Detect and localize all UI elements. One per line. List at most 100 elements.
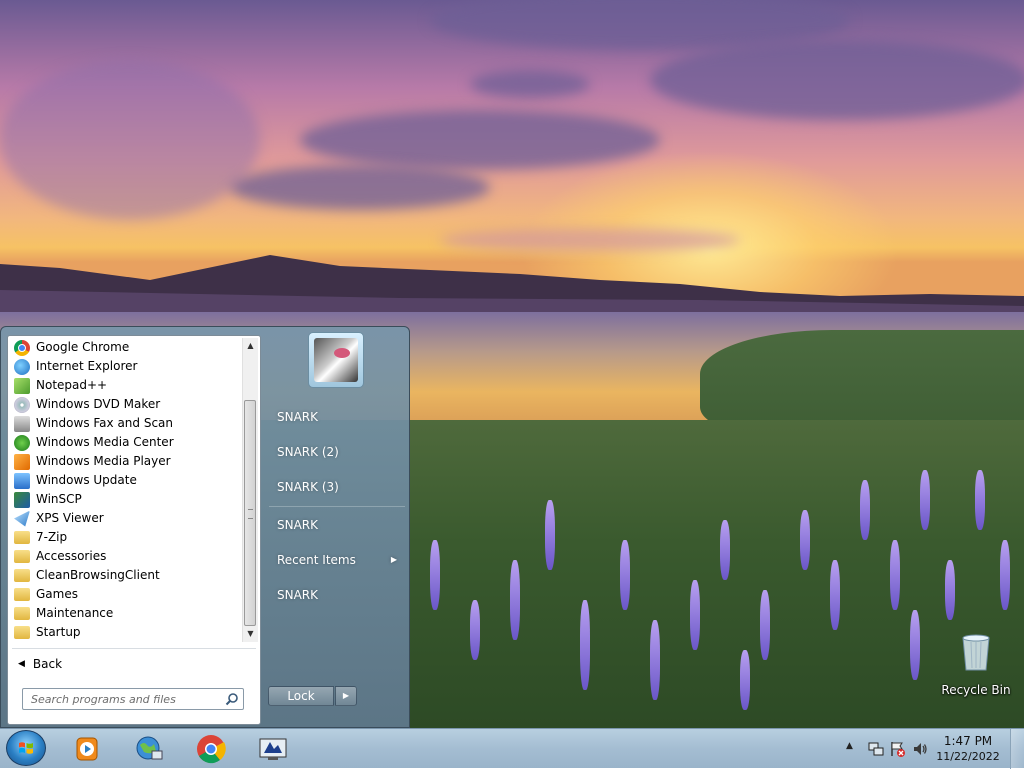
wallpaper-cloud: [650, 40, 1024, 120]
program-item[interactable]: XPS Viewer: [10, 509, 244, 528]
scrollbar-grip-icon: [248, 509, 253, 519]
network-taskbar-button[interactable]: [132, 733, 166, 765]
folder-icon: [14, 626, 30, 639]
search-box[interactable]: [22, 688, 244, 710]
wallpaper-flower: [1000, 540, 1010, 610]
clock-date[interactable]: 11/22/2022: [934, 750, 1002, 763]
program-label: Windows DVD Maker: [36, 397, 161, 411]
program-item[interactable]: Windows Media Center: [10, 433, 244, 452]
xps-viewer-icon: [14, 510, 30, 527]
program-label: Maintenance: [36, 606, 114, 620]
program-folder[interactable]: CleanBrowsingClient: [10, 566, 244, 585]
search-input[interactable]: [23, 689, 227, 709]
back-arrow-icon: ◀: [18, 659, 25, 669]
fax-scan-icon: [14, 415, 30, 432]
network-status-icon[interactable]: [868, 741, 884, 757]
show-hidden-icons-chevron-icon[interactable]: ▲: [846, 741, 853, 751]
windows-logo-icon: [19, 742, 33, 754]
program-label: Startup: [36, 625, 81, 639]
wallpaper-flower: [470, 600, 480, 660]
program-item[interactable]: Notepad++: [10, 376, 244, 395]
program-folder[interactable]: Startup: [10, 623, 244, 642]
program-item[interactable]: Windows Update: [10, 471, 244, 490]
wallpaper-flower: [800, 510, 810, 570]
wallpaper-flower: [580, 600, 590, 690]
remote-desktop-icon: [259, 738, 287, 760]
program-item[interactable]: Windows DVD Maker: [10, 395, 244, 414]
program-label: XPS Viewer: [36, 511, 104, 525]
program-folder[interactable]: Maintenance: [10, 604, 244, 623]
program-item[interactable]: Google Chrome: [10, 338, 244, 357]
recycle-bin[interactable]: Recycle Bin: [940, 628, 1012, 698]
wallpaper-flower: [860, 480, 870, 540]
program-item[interactable]: Windows Media Player: [10, 452, 244, 471]
program-folder[interactable]: 7-Zip: [10, 528, 244, 547]
right-item-snark-b[interactable]: SNARK: [269, 513, 405, 537]
wallpaper-flower: [430, 540, 440, 610]
desktop[interactable]: Recycle Bin Google Chrome Internet Explo…: [0, 0, 1024, 728]
folder-icon: [14, 588, 30, 601]
program-folder[interactable]: Games: [10, 585, 244, 604]
user-avatar[interactable]: [308, 332, 364, 388]
folder-icon: [14, 569, 30, 582]
recent-items-label: Recent Items: [277, 553, 356, 567]
right-item-snark-2[interactable]: SNARK (2): [269, 440, 405, 464]
clock-time[interactable]: 1:47 PM: [938, 734, 998, 748]
action-center-flag-icon[interactable]: [890, 741, 906, 757]
wallpaper-flower: [720, 520, 730, 580]
back-label: Back: [32, 657, 63, 671]
scroll-down-arrow-icon[interactable]: ▼: [243, 626, 258, 642]
start-menu: Google Chrome Internet Explorer Notepad+…: [0, 326, 410, 728]
scroll-up-arrow-icon[interactable]: ▲: [243, 338, 258, 354]
folder-icon: [14, 531, 30, 544]
taskbar: ▲ 1:47 PM 11/22/2022: [0, 728, 1024, 769]
winscp-icon: [14, 491, 30, 508]
media-player-icon: [76, 737, 98, 761]
scrollbar-thumb[interactable]: [244, 400, 256, 626]
wallpaper-flower: [510, 560, 520, 640]
show-desktop-button[interactable]: [1010, 729, 1024, 769]
wallpaper-flower: [830, 560, 840, 630]
folder-icon: [14, 550, 30, 563]
wallpaper-flower: [690, 580, 700, 650]
right-item-snark-3[interactable]: SNARK (3): [269, 475, 405, 499]
right-item-snark[interactable]: SNARK: [269, 405, 405, 429]
windows-media-player-taskbar-button[interactable]: [70, 733, 104, 765]
wallpaper-cloud: [470, 70, 590, 98]
program-label: Internet Explorer: [36, 359, 138, 373]
back-button[interactable]: ◀ Back: [14, 654, 62, 674]
recycle-bin-icon: [962, 634, 990, 671]
start-menu-right-pane: SNARK SNARK (2) SNARK (3) SNARK Recent I…: [263, 327, 409, 727]
media-player-icon: [14, 453, 30, 470]
program-folder[interactable]: Accessories: [10, 547, 244, 566]
shutdown-options-arrow-icon[interactable]: ▶: [335, 686, 357, 706]
right-item-recent-items[interactable]: Recent Items ▶: [269, 548, 405, 572]
network-globe-icon: [136, 736, 163, 760]
wallpaper-flower: [910, 610, 920, 680]
wallpaper-flower: [975, 470, 985, 530]
program-item[interactable]: WinSCP: [10, 490, 244, 509]
volume-icon[interactable]: [912, 741, 928, 757]
program-label: Google Chrome: [36, 340, 130, 354]
lock-button[interactable]: Lock: [268, 686, 334, 706]
right-item-snark-c[interactable]: SNARK: [269, 583, 405, 607]
folder-icon: [14, 607, 30, 620]
start-button[interactable]: [6, 730, 46, 766]
wallpaper-flower: [620, 540, 630, 610]
chrome-taskbar-button[interactable]: [194, 733, 228, 765]
start-menu-programs-pane: Google Chrome Internet Explorer Notepad+…: [7, 335, 261, 725]
program-item[interactable]: Internet Explorer: [10, 357, 244, 376]
wallpaper-flower: [890, 540, 900, 610]
chrome-icon: [197, 735, 226, 764]
program-label: 7-Zip: [36, 530, 68, 544]
search-icon[interactable]: [225, 692, 239, 706]
program-item[interactable]: Windows Fax and Scan: [10, 414, 244, 433]
program-label: CleanBrowsingClient: [36, 568, 160, 582]
program-label: Windows Fax and Scan: [36, 416, 174, 430]
chevron-right-icon: ▶: [390, 555, 397, 564]
system-tray: ▲ 1:47 PM 11/22/2022: [834, 729, 1024, 769]
media-center-icon: [14, 434, 30, 451]
remote-desktop-taskbar-button[interactable]: [256, 733, 290, 765]
dvd-maker-icon: [14, 396, 30, 413]
program-list-scrollbar[interactable]: ▲ ▼: [242, 338, 258, 642]
